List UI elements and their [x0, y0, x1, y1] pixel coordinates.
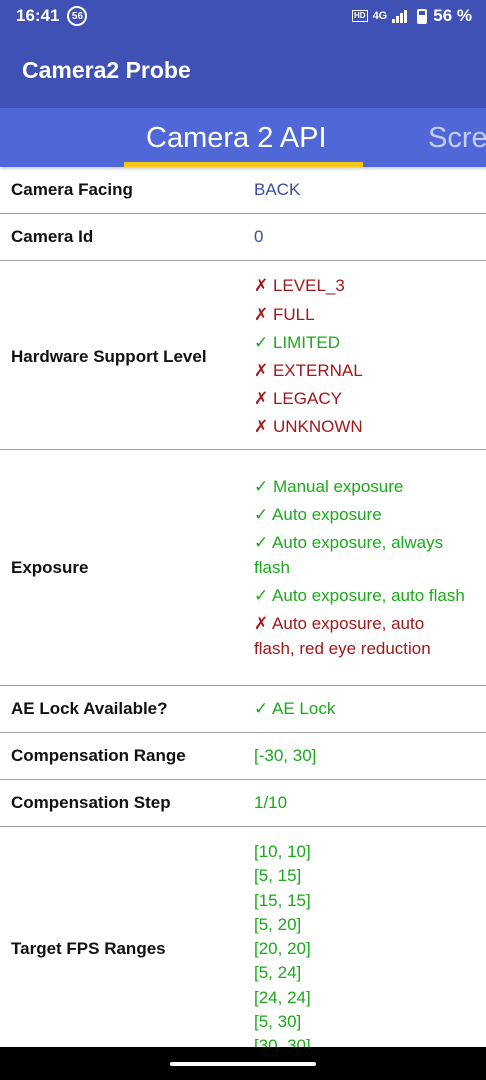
- exposure-item: ✓ Auto exposure, auto flash: [254, 586, 465, 605]
- exposure-item: ✓ Auto exposure, always flash: [254, 533, 444, 577]
- row-label: AE Lock Available?: [11, 699, 168, 718]
- row-camera-facing: Camera Facing BACK: [0, 167, 486, 214]
- exposure-item: ✗ Auto exposure, auto flash, red eye red…: [254, 614, 431, 658]
- system-icons: HD 4G: [352, 8, 428, 24]
- row-value: ✓ AE Lock: [254, 699, 336, 718]
- row-value-list: [10, 10] [5, 15] [15, 15] [5, 20] [20, 2…: [254, 827, 486, 1047]
- row-value: 0: [254, 227, 264, 246]
- fps-range-item: [5, 24]: [254, 963, 302, 983]
- row-value: 1/10: [254, 793, 288, 812]
- row-value: BACK: [254, 180, 301, 199]
- hw-level-item: ✗ LEVEL_3: [254, 276, 345, 296]
- fps-range-item: [20, 20]: [254, 939, 311, 959]
- navigation-bar: [0, 1047, 486, 1080]
- tab-screen[interactable]: Scre: [428, 122, 486, 155]
- row-value-list: ✓ Manual exposure ✓ Auto exposure ✓ Auto…: [254, 474, 486, 661]
- row-value: [-30, 30]: [254, 746, 317, 765]
- row-exposure: Exposure ✓ Manual exposure ✓ Auto exposu…: [0, 450, 486, 686]
- status-time: 16:41: [16, 6, 60, 25]
- home-gesture-handle[interactable]: [170, 1062, 316, 1066]
- fps-range-item: [5, 15]: [254, 866, 302, 886]
- hw-level-item: ✓ LIMITED: [254, 332, 341, 352]
- tab-bar: Camera 2 API Scre: [0, 108, 486, 167]
- fps-range-item: [15, 15]: [254, 890, 311, 910]
- notification-count-icon: 56: [67, 6, 88, 26]
- properties-list[interactable]: Camera Facing BACK Camera Id 0 Hardware …: [0, 167, 486, 1047]
- app-title: Camera2 Probe: [22, 56, 191, 83]
- tab-camera2-api[interactable]: Camera 2 API: [146, 122, 327, 155]
- signal-icon: [392, 9, 408, 23]
- fps-range-item: [5, 20]: [254, 914, 302, 934]
- fps-range-item: [30, 30]: [254, 1036, 311, 1047]
- row-target-fps-ranges: Target FPS Ranges [10, 10] [5, 15] [15, …: [0, 827, 486, 1047]
- row-ae-lock: AE Lock Available? ✓ AE Lock: [0, 686, 486, 733]
- row-compensation-range: Compensation Range [-30, 30]: [0, 733, 486, 780]
- status-bar: 16:41 56 HD 4G 56 %: [0, 0, 486, 32]
- row-label: Exposure: [11, 557, 89, 577]
- row-label: Camera Facing: [11, 180, 133, 199]
- row-label: Compensation Step: [11, 793, 171, 812]
- exposure-item: ✓ Manual exposure: [254, 477, 404, 496]
- row-hardware-support-level: Hardware Support Level ✗ LEVEL_3 ✗ FULL …: [0, 261, 486, 450]
- row-label: Target FPS Ranges: [11, 939, 166, 958]
- row-label: Camera Id: [11, 227, 94, 246]
- hd-voice-icon: HD: [352, 10, 368, 22]
- hw-level-item: ✗ UNKNOWN: [254, 417, 363, 437]
- fps-range-item: [5, 30]: [254, 1012, 302, 1032]
- fps-range-item: [24, 24]: [254, 987, 311, 1007]
- row-camera-id: Camera Id 0: [0, 214, 486, 261]
- fps-range-item: [10, 10]: [254, 842, 311, 861]
- hw-level-item: ✗ LEGACY: [254, 389, 342, 409]
- hw-level-item: ✗ EXTERNAL: [254, 361, 363, 380]
- row-label: Hardware Support Level: [11, 347, 207, 366]
- exposure-item: ✓ Auto exposure: [254, 505, 382, 524]
- row-compensation-step: Compensation Step 1/10: [0, 780, 486, 827]
- battery-percent: 56 %: [433, 6, 472, 25]
- app-bar: Camera2 Probe: [0, 32, 486, 108]
- row-value-list: ✗ LEVEL_3 ✗ FULL ✓ LIMITED ✗ EXTERNAL ✗ …: [254, 272, 486, 441]
- hw-level-item: ✗ FULL: [254, 304, 315, 324]
- battery-icon: [417, 8, 428, 24]
- row-label: Compensation Range: [11, 746, 186, 765]
- network-type-icon: 4G: [372, 10, 388, 22]
